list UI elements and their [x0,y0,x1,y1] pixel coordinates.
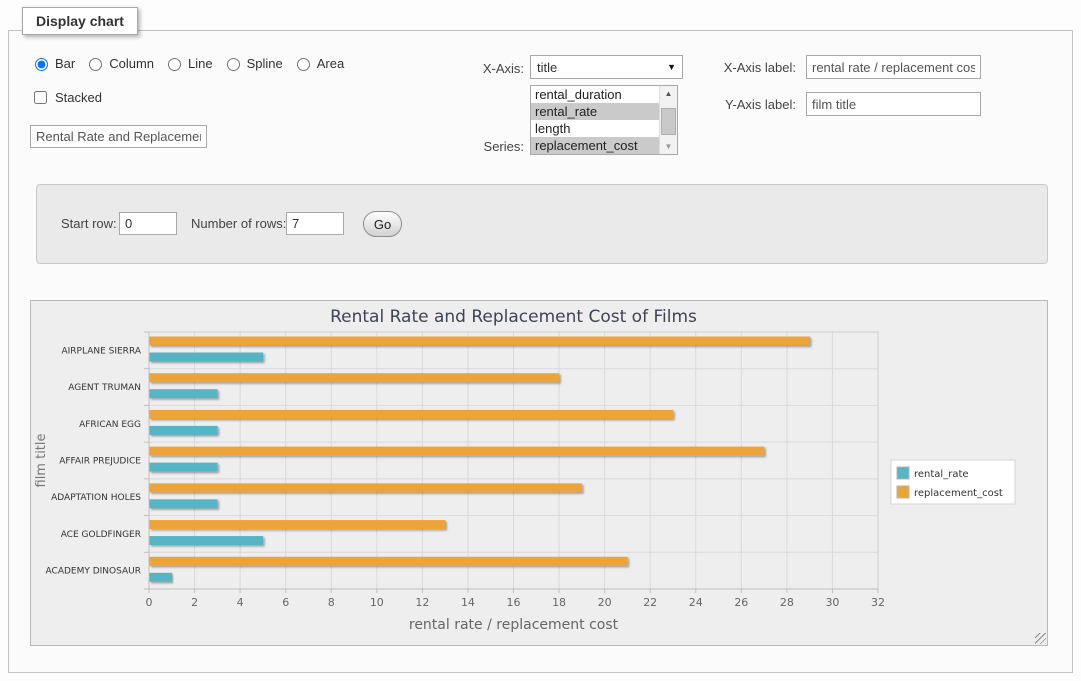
x-tick-label: 4 [237,596,244,609]
bar-rental_rate [150,426,218,435]
chart-container: 02468101214161820222426283032AIRPLANE SI… [30,300,1048,646]
x-axis-select[interactable]: title ▼ [530,55,683,79]
chart-type-option-bar[interactable]: Bar [30,55,75,71]
x-tick-label: 8 [328,596,335,609]
series-option-length[interactable]: length [531,120,660,137]
legend-swatch-rental_rate [897,467,909,479]
bar-replacement_cost [150,337,810,346]
x-tick-label: 30 [825,596,839,609]
series-option-rental_rate[interactable]: rental_rate [531,103,660,120]
x-tick-label: 28 [780,596,794,609]
legend-swatch-replacement_cost [897,486,909,498]
page: Display chart Bar Column Line Spline Area St… [0,0,1081,681]
chart-title-input[interactable] [30,125,207,148]
bar-replacement_cost [150,410,674,419]
chart-type-radio-line[interactable] [168,58,181,71]
number-of-rows-label: Number of rows: [191,216,286,231]
dropdown-arrow-icon: ▼ [667,62,676,72]
chart-type-option-line[interactable]: Line [163,55,213,71]
x-axis-selected-value: title [537,60,557,75]
bar-replacement_cost [150,520,446,529]
series-field-label: Series: [450,139,524,154]
bar-replacement_cost [150,483,583,492]
chart-type-option-column[interactable]: Column [84,55,154,71]
x-tick-label: 12 [415,596,429,609]
x-axis-title: rental rate / replacement cost [409,617,619,633]
stacked-row: Stacked [30,88,102,107]
chart-title: Rental Rate and Replacement Cost of Film… [330,307,697,327]
y-axis-label-input[interactable] [806,92,981,116]
stacked-label[interactable]: Stacked [55,90,102,105]
bar-replacement_cost [150,557,628,566]
chart-type-radio-area[interactable] [297,58,310,71]
bar-chart: 02468101214161820222426283032AIRPLANE SI… [31,301,1047,645]
series-options: rental_durationrental_ratelengthreplacem… [531,86,660,154]
bar-replacement_cost [150,447,765,456]
category-label: ADAPTATION HOLES [51,493,141,503]
listbox-scrollbar[interactable]: ▲ ▼ [659,86,677,154]
bar-rental_rate [150,389,218,398]
go-button[interactable]: Go [363,211,402,237]
panel-title: Display chart [22,7,138,35]
x-axis-label-input[interactable] [806,55,981,79]
series-option-rental_duration[interactable]: rental_duration [531,86,660,103]
start-row-input[interactable] [119,212,177,235]
category-label: AFFAIR PREJUDICE [59,457,141,467]
start-row-label: Start row: [61,216,117,231]
x-tick-label: 2 [191,596,198,609]
legend-label-replacement_cost: replacement_cost [914,488,1003,499]
stacked-checkbox[interactable] [34,91,47,104]
bar-rental_rate [150,353,264,362]
x-tick-label: 26 [734,596,748,609]
chart-type-option-area[interactable]: Area [292,55,344,71]
category-label: ACADEMY DINOSAUR [46,567,141,577]
bar-rental_rate [150,463,218,472]
bar-rental_rate [150,536,264,545]
x-tick-label: 18 [552,596,566,609]
x-tick-label: 22 [643,596,657,609]
chart-resize-handle[interactable] [1035,633,1046,644]
x-axis-field-label: X-Axis: [450,61,524,76]
category-label: AFRICAN EGG [79,420,141,430]
legend-label-rental_rate: rental_rate [914,469,969,480]
bar-rental_rate [150,573,173,582]
x-tick-label: 24 [689,596,703,609]
row-controls-box: Start row: Number of rows: Go [36,184,1048,264]
category-label: AIRPLANE SIERRA [61,346,141,356]
chart-type-radio-group: Bar Column Line Spline Area [30,55,344,71]
y-axis-title: film title [34,433,49,487]
y-axis-label-field-label: Y-Axis label: [704,97,796,112]
x-tick-label: 20 [598,596,612,609]
number-of-rows-input[interactable] [286,212,344,235]
chart-type-option-spline[interactable]: Spline [222,55,283,71]
bar-rental_rate [150,499,218,508]
series-listbox[interactable]: rental_durationrental_ratelengthreplacem… [530,85,678,155]
x-axis-label-field-label: X-Axis label: [704,60,796,75]
scrollbar-thumb[interactable] [661,108,676,135]
chart-type-radio-column[interactable] [89,58,102,71]
category-label: AGENT TRUMAN [68,383,141,393]
scroll-up-icon[interactable]: ▲ [660,86,677,101]
scroll-down-icon[interactable]: ▼ [660,139,677,154]
x-tick-label: 0 [146,596,153,609]
bar-replacement_cost [150,373,560,382]
x-tick-label: 14 [461,596,475,609]
x-tick-label: 32 [871,596,885,609]
category-label: ACE GOLDFINGER [61,530,141,540]
x-tick-label: 16 [507,596,521,609]
series-option-replacement_cost[interactable]: replacement_cost [531,137,660,154]
chart-type-radio-spline[interactable] [227,58,240,71]
x-tick-label: 6 [282,596,289,609]
x-tick-label: 10 [370,596,384,609]
chart-type-radio-bar[interactable] [35,58,48,71]
